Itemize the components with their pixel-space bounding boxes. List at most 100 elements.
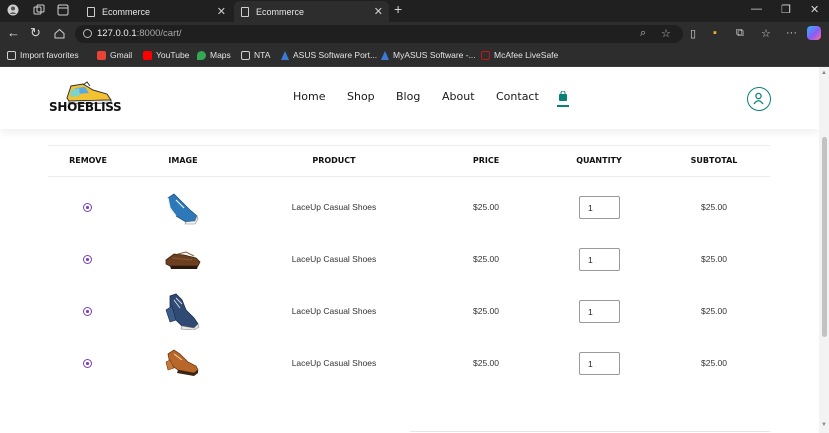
page-icon [87,6,95,17]
product-name: LaceUp Casual Shoes [291,202,377,212]
section-divider [410,431,770,432]
fav-label: NTA [254,50,271,60]
page-icon [241,6,249,17]
quantity-input[interactable]: 1 [579,196,620,219]
table-row: LaceUp Casual Shoes $25.00 1 $25.00 [48,232,770,284]
table-row: LaceUp Casual Shoes $25.00 1 $25.00 [48,336,770,388]
close-tab-icon[interactable]: ✕ [374,5,383,18]
fav-label: YouTube [156,50,190,60]
user-account-button[interactable] [747,87,771,111]
page-scrollbar[interactable]: ▲ ▼ [819,67,829,433]
product-price: $25.00 [473,254,499,264]
url-path: :8000/cart/ [136,28,182,39]
logo-text[interactable]: SHOEBLISS [49,100,122,114]
nav-active-underline [557,105,569,107]
refresh-icon[interactable]: ↻ [30,25,41,41]
asus-icon [281,50,289,60]
scroll-thumb[interactable] [822,137,827,337]
url-host: 127.0.0.1 [97,28,137,39]
home-icon[interactable] [54,28,65,39]
user-icon [753,92,764,105]
new-tab-icon[interactable]: + [394,1,402,17]
url-field[interactable]: 127.0.0.1:8000/cart/ ⌕ ☆ [75,25,683,43]
table-row: LaceUp Casual Shoes $25.00 1 $25.00 [48,180,770,232]
close-window-icon[interactable]: ✕ [810,3,819,16]
restore-icon[interactable]: ❐ [781,3,791,16]
site-header: SHOEBLISS Home Shop Blog About Contact [0,67,819,129]
tab-ecommerce-2[interactable]: Ecommerce ✕ [234,1,389,22]
fav-label: Gmail [110,50,133,60]
gmail-icon [97,50,106,60]
nav-contact[interactable]: Contact [496,90,539,103]
favorites-icon[interactable]: ☆ [761,27,771,40]
product-price: $25.00 [473,202,499,212]
device-icon[interactable]: ▯ [690,27,696,40]
product-price: $25.00 [473,306,499,316]
subtotal: $25.00 [701,306,727,316]
scroll-down-arrow-icon[interactable]: ▼ [821,422,827,428]
zoom-search-icon[interactable]: ⌕ [640,27,646,40]
extension-icon[interactable]: ▪ [713,27,717,39]
nav-about[interactable]: About [442,90,475,103]
favorites-bar: Import favorites Gmail YouTube Maps NTA … [0,46,829,67]
fav-label: ASUS Software Port... [293,50,378,60]
profile-icon[interactable] [7,4,19,16]
page-icon [241,50,250,60]
tab-actions-icon[interactable] [57,4,69,16]
back-icon[interactable]: ← [7,25,20,40]
product-price: $25.00 [473,358,499,368]
extensions-puzzle-icon[interactable]: ⧉ [736,27,744,40]
copilot-icon[interactable] [807,26,821,40]
remove-item-icon[interactable] [83,203,92,212]
fav-youtube[interactable]: YouTube [143,50,189,60]
tan-oxford-image[interactable] [164,348,200,378]
quantity-input[interactable]: 1 [579,352,620,375]
maps-icon [197,50,206,60]
tab-title: Ecommerce [102,6,151,17]
more-icon[interactable]: ··· [786,27,797,39]
nav-home[interactable]: Home [293,90,325,103]
mcafee-icon [481,50,490,60]
product-name: LaceUp Casual Shoes [291,306,377,316]
product-name: LaceUp Casual Shoes [291,358,377,368]
shopping-bag-icon[interactable] [558,91,568,101]
fav-import-favorites[interactable]: Import favorites [7,50,79,60]
close-tab-icon[interactable]: ✕ [217,5,226,18]
fav-nta[interactable]: NTA [241,50,270,60]
fav-maps[interactable]: Maps [197,50,231,60]
collections-icon[interactable] [33,4,45,16]
fav-myasus-software[interactable]: MyASUS Software -... [381,50,476,60]
fav-label: McAfee LiveSafe [494,50,559,60]
header-price: PRICE [472,156,500,165]
remove-item-icon[interactable] [83,255,92,264]
header-product: PRODUCT [312,156,356,165]
favorite-star-icon[interactable]: ☆ [661,27,671,40]
nav-shop[interactable]: Shop [347,90,375,103]
brown-loafer-image[interactable] [164,246,202,272]
fav-label: Import favorites [20,50,79,60]
site-info-icon[interactable] [83,29,92,38]
table-row: LaceUp Casual Shoes $25.00 1 $25.00 [48,284,770,336]
browser-tab-bar: Ecommerce ✕ Ecommerce ✕ + — ❐ ✕ [0,0,829,22]
cart-table-header: REMOVE IMAGE PRODUCT PRICE QUANTITY SUBT… [48,145,770,177]
scroll-up-arrow-icon[interactable]: ▲ [821,70,827,76]
remove-item-icon[interactable] [83,307,92,316]
minimize-icon[interactable]: — [751,3,762,15]
header-subtotal: SUBTOTAL [690,156,738,165]
fav-gmail[interactable]: Gmail [97,50,132,60]
fav-mcafee-livesafe[interactable]: McAfee LiveSafe [481,50,558,60]
fav-asus-software-portal[interactable]: ASUS Software Port... [281,50,377,60]
tab-title: Ecommerce [256,6,305,17]
subtotal: $25.00 [701,358,727,368]
quantity-input[interactable]: 1 [579,248,620,271]
subtotal: $25.00 [701,254,727,264]
quantity-input[interactable]: 1 [579,300,620,323]
fav-label: Maps [210,50,231,60]
nav-blog[interactable]: Blog [396,90,420,103]
tab-ecommerce-1[interactable]: Ecommerce ✕ [80,1,232,22]
remove-item-icon[interactable] [83,359,92,368]
fav-label: MyASUS Software -... [393,50,476,60]
navy-sneaker-image[interactable] [164,292,202,330]
blue-sneaker-image[interactable] [164,190,200,226]
asus-icon [381,50,389,60]
